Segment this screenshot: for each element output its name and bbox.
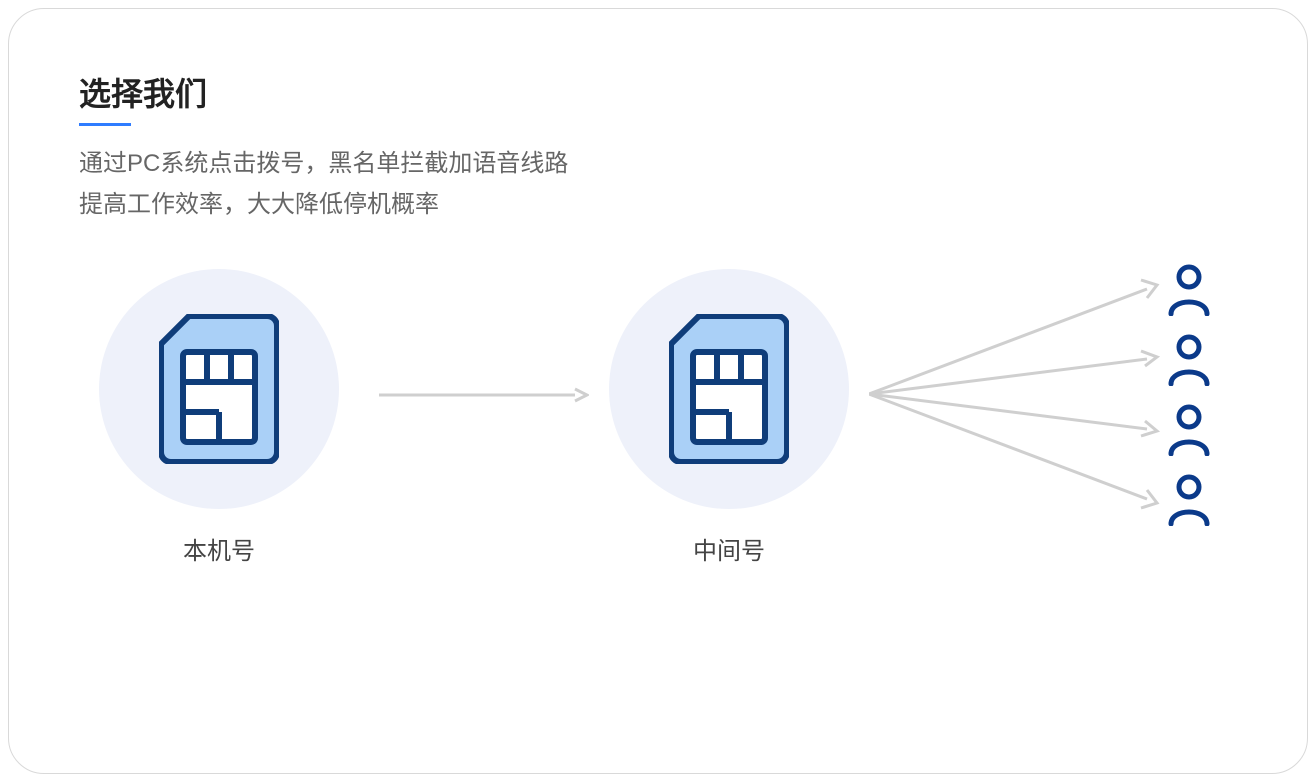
section-title: 选择我们: [79, 69, 1237, 115]
sim-card-icon: [669, 314, 789, 464]
person-icon: [1166, 404, 1212, 456]
title-underline: [79, 123, 131, 126]
desc-line: 提高工作效率，大大降低停机概率: [79, 185, 1237, 226]
person-icon: [1166, 264, 1212, 316]
fanout-arrows-icon: [869, 264, 1169, 524]
sim-circle: [609, 269, 849, 509]
local-sim-label: 本机号: [183, 531, 255, 566]
people-column: [1166, 264, 1212, 526]
middle-sim-label: 中间号: [693, 531, 765, 566]
person-icon: [1166, 474, 1212, 526]
sim-circle: [99, 269, 339, 509]
description: 通过PC系统点击拨号，黑名单拦截加语音线路 提高工作效率，大大降低停机概率: [79, 144, 1237, 226]
arrow-icon: [379, 387, 589, 403]
flow-diagram: 本机号: [79, 269, 1237, 629]
desc-line: 通过PC系统点击拨号，黑名单拦截加语音线路: [79, 144, 1237, 185]
middle-sim-block: 中间号: [609, 269, 849, 566]
info-card: 选择我们 通过PC系统点击拨号，黑名单拦截加语音线路 提高工作效率，大大降低停机…: [8, 8, 1308, 774]
person-icon: [1166, 334, 1212, 386]
local-sim-block: 本机号: [99, 269, 339, 566]
sim-card-icon: [159, 314, 279, 464]
